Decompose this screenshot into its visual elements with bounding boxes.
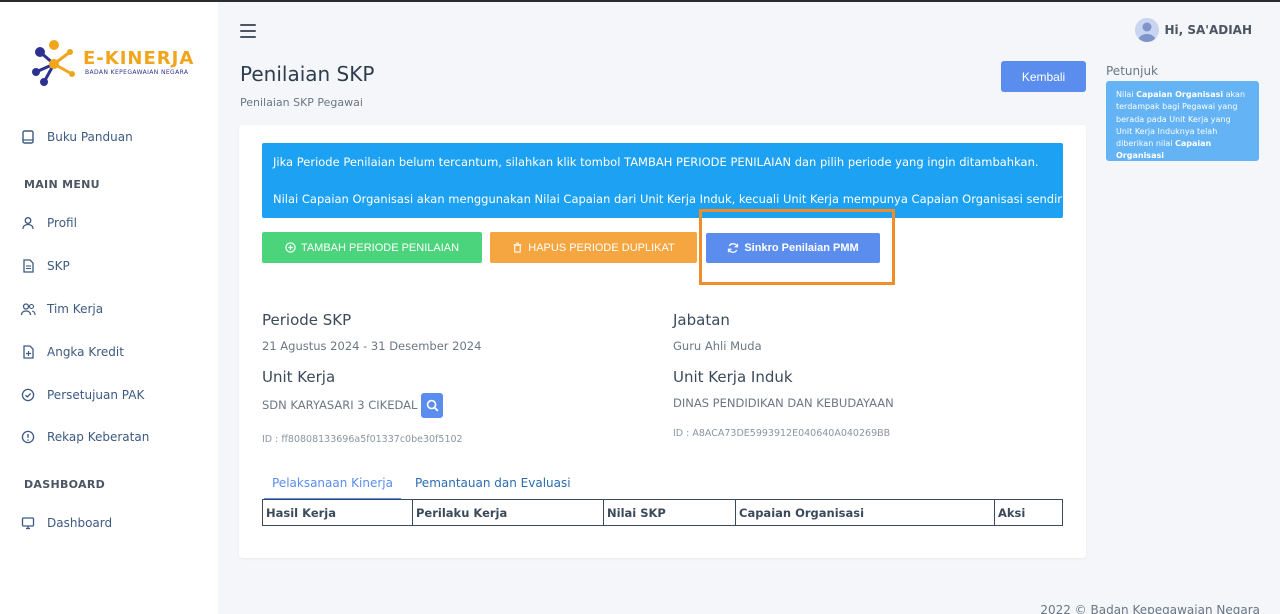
info-circle-icon (20, 429, 36, 445)
unit-kerja-value: SDN KARYASARI 3 CIKEDAL (262, 398, 418, 412)
highlight-annotation-box (699, 209, 895, 285)
footer-copyright: 2022 © Badan Kepegawaian Negara (1040, 603, 1260, 614)
document-icon (20, 258, 36, 274)
trash-icon (512, 242, 523, 253)
dashboard-heading: DASHBOARD (24, 478, 106, 491)
periode-label: Periode SKP (262, 311, 352, 329)
sidebar-item-label: Angka Kredit (47, 345, 124, 359)
page-title: Penilaian SKP (240, 62, 375, 86)
petunjuk-box: Nilai Capaian Organisasi akan terdampak … (1106, 81, 1259, 161)
petunjuk-label: Petunjuk (1106, 64, 1158, 78)
user-icon (20, 215, 36, 231)
user-greeting: Hi, SA'ADIAH (1164, 23, 1252, 37)
check-circle-icon (20, 387, 36, 403)
sidebar-item-label: Profil (47, 216, 77, 230)
back-button[interactable]: Kembali (1001, 61, 1086, 92)
tab-pelaksanaan-kinerja[interactable]: Pelaksanaan Kinerja (264, 476, 401, 500)
unit-kerja-induk-id: ID : A8ACA73DE5993912E040640A040269BB (673, 428, 891, 439)
sidebar-item-label: Dashboard (47, 516, 113, 530)
sidebar-item-skp[interactable]: SKP (20, 255, 70, 277)
logo-mark-icon (32, 40, 75, 86)
column-header: Perilaku Kerja (412, 499, 604, 526)
column-header: Capaian Organisasi (735, 499, 995, 526)
main-menu-heading: MAIN MENU (24, 178, 100, 191)
petunjuk-bold: Capaian Organisasi (1136, 90, 1224, 99)
tab-pemantauan-evaluasi[interactable]: Pemantauan dan Evaluasi (415, 476, 571, 490)
logo-title: E-KINERJA (83, 48, 195, 69)
add-period-button[interactable]: TAMBAH PERIODE PENILAIAN (262, 232, 482, 263)
table-header-row: Hasil Kerja Perilaku Kerja Nilai SKP Cap… (262, 499, 1063, 526)
delete-duplicate-label: HAPUS PERIODE DUPLIKAT (528, 241, 675, 254)
delete-duplicate-button[interactable]: HAPUS PERIODE DUPLIKAT (490, 232, 697, 263)
app-logo[interactable]: E-KINERJA BADAN KEPEGAWAIAN NEGARA (30, 38, 200, 90)
book-icon (20, 129, 36, 145)
alert-line-2: Nilai Capaian Organisasi akan menggunaka… (273, 192, 1069, 206)
sidebar: E-KINERJA BADAN KEPEGAWAIAN NEGARA Buku … (0, 2, 218, 614)
sidebar-item-label: Buku Panduan (47, 130, 133, 144)
sidebar-item-label: SKP (47, 259, 70, 273)
menu-toggle-icon[interactable] (240, 24, 256, 38)
user-menu[interactable]: Hi, SA'ADIAH (1135, 18, 1252, 42)
unit-kerja-induk-value: DINAS PENDIDIKAN DAN KEBUDAYAAN (673, 396, 894, 410)
jabatan-value: Guru Ahli Muda (673, 339, 762, 353)
plus-circle-icon (285, 242, 296, 253)
file-plus-icon (20, 344, 36, 360)
sidebar-item-rekap-keberatan[interactable]: Rekap Keberatan (20, 426, 149, 448)
unit-kerja-induk-label: Unit Kerja Induk (673, 368, 793, 386)
periode-value: 21 Agustus 2024 - 31 Desember 2024 (262, 339, 482, 353)
sidebar-item-label: Tim Kerja (47, 302, 104, 316)
avatar (1135, 18, 1160, 42)
jabatan-label: Jabatan (673, 311, 730, 329)
column-header: Hasil Kerja (262, 499, 413, 526)
sidebar-item-label: Rekap Keberatan (47, 430, 150, 444)
users-icon (20, 301, 36, 317)
search-icon (426, 399, 439, 412)
petunjuk-text: Nilai (1116, 90, 1137, 99)
sidebar-item-persetujuan-pak[interactable]: Persetujuan PAK (20, 384, 144, 406)
page-subtitle: Penilaian SKP Pegawai (240, 96, 363, 109)
sidebar-item-buku-panduan[interactable]: Buku Panduan (20, 126, 133, 148)
sidebar-item-angka-kredit[interactable]: Angka Kredit (20, 341, 124, 363)
unit-kerja-label: Unit Kerja (262, 368, 336, 386)
column-header: Nilai SKP (603, 499, 736, 526)
result-table: Hasil Kerja Perilaku Kerja Nilai SKP Cap… (262, 499, 1063, 526)
alert-line-1: Jika Periode Penilaian belum tercantum, … (273, 155, 1039, 169)
column-header: Aksi (994, 499, 1063, 526)
sidebar-item-tim-kerja[interactable]: Tim Kerja (20, 298, 103, 320)
sidebar-item-dashboard[interactable]: Dashboard (20, 512, 112, 534)
add-period-label: TAMBAH PERIODE PENILAIAN (300, 241, 460, 254)
sidebar-item-profil[interactable]: Profil (20, 212, 77, 234)
search-unit-button[interactable] (421, 393, 443, 418)
monitor-icon (20, 515, 36, 531)
sidebar-item-label: Persetujuan PAK (47, 388, 145, 402)
unit-kerja-id: ID : ff80808133696a5f01337c0be30f5102 (262, 434, 463, 445)
info-alert: Jika Periode Penilaian belum tercantum, … (262, 143, 1069, 218)
logo-subtitle: BADAN KEPEGAWAIAN NEGARA (85, 69, 189, 76)
